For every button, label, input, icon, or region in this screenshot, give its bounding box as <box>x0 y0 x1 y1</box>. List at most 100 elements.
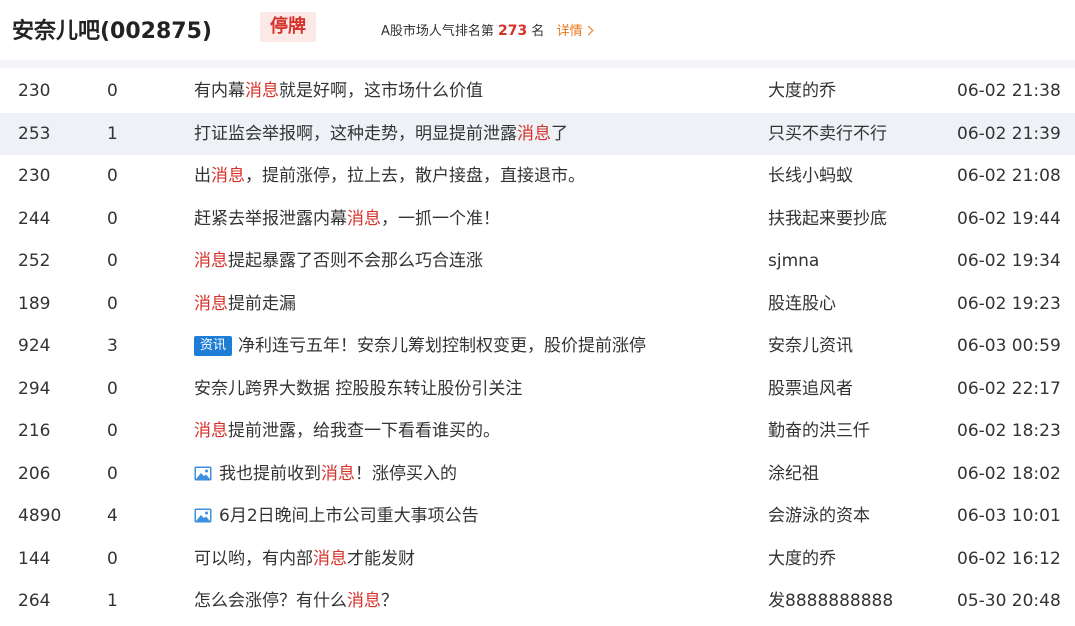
read-count: 216 <box>18 421 51 441</box>
post-title-link[interactable]: 消息提前走漏 <box>194 283 296 326</box>
reply-count: 0 <box>107 251 118 271</box>
author-link[interactable]: 会游泳的资本 <box>768 495 870 538</box>
author-link[interactable]: 股连股心 <box>768 283 836 326</box>
reply-count: 3 <box>107 336 118 356</box>
bar-title: 安奈儿吧(002875) <box>12 19 212 44</box>
title-text: 可以哟，有内部 <box>194 548 313 569</box>
author-link[interactable]: 只买不卖行不行 <box>768 113 887 156</box>
title-keyword: 消息 <box>194 293 228 314</box>
post-title-link[interactable]: 安奈儿跨界大数据 控股股东转让股份引关注 <box>194 368 522 411</box>
author-link[interactable]: 涂纪祖 <box>768 453 819 496</box>
post-title-link[interactable]: 打证监会举报啊，这种走势，明显提前泄露消息了 <box>194 113 568 156</box>
post-title-link[interactable]: 资讯 净利连亏五年！安奈儿筹划控制权变更，股价提前涨停 <box>194 325 646 368</box>
table-row[interactable]: 264 1 怎么会涨停？有什么消息？ 发8888888888 05-30 20:48 <box>0 580 1075 623</box>
reply-count: 1 <box>107 123 118 144</box>
title-text: 出 <box>194 166 211 186</box>
title-keyword: 消息 <box>194 421 228 441</box>
post-title-link[interactable]: 有内幕消息就是好啊，这市场什么价值 <box>194 70 483 113</box>
post-title-link[interactable]: 赶紧去举报泄露内幕消息，一抓一个准！ <box>194 198 500 241</box>
author-link[interactable]: 长线小蚂蚁 <box>768 155 853 198</box>
post-title-link[interactable]: 怎么会涨停？有什么消息？ <box>194 580 398 623</box>
post-title-link[interactable]: 我也提前收到消息！涨停买入的 <box>194 453 457 496</box>
read-count: 252 <box>18 251 51 271</box>
title-keyword: 消息 <box>211 166 245 186</box>
reply-count: 0 <box>107 548 118 569</box>
image-icon <box>194 466 212 480</box>
title-keyword: 消息 <box>347 591 381 611</box>
author-link[interactable]: 扶我起来要抄底 <box>768 198 887 241</box>
title-text: 打证监会举报啊，这种走势，明显提前泄露 <box>194 123 517 144</box>
author-link[interactable]: sjmna <box>768 240 819 283</box>
table-row[interactable]: 924 3 资讯 净利连亏五年！安奈儿筹划控制权变更，股价提前涨停 安奈儿资讯 06-03… <box>0 325 1075 368</box>
read-count: 189 <box>18 293 51 314</box>
read-count: 253 <box>18 123 51 144</box>
author-link[interactable]: 股票追风者 <box>768 368 853 411</box>
title-text: 怎么会涨停？有什么 <box>194 591 347 611</box>
author-link[interactable]: 发8888888888 <box>768 580 893 623</box>
post-list: 230 0 有内幕消息就是好啊，这市场什么价值 大度的乔 06-02 21:38 253 1… <box>0 70 1075 623</box>
reply-count: 0 <box>107 293 118 314</box>
table-row[interactable]: 244 0 赶紧去举报泄露内幕消息，一抓一个准！ 扶我起来要抄底 06-02 19:44 <box>0 198 1075 241</box>
read-count: 264 <box>18 591 51 611</box>
title-keyword: 消息 <box>321 463 355 484</box>
author-link[interactable]: 大度的乔 <box>768 70 836 113</box>
status-badge: 停牌 <box>260 12 316 42</box>
reply-count: 0 <box>107 208 118 229</box>
post-time: 06-02 21:38 <box>957 81 1061 101</box>
post-title-link[interactable]: 消息提前泄露，给我查一下看看谁买的。 <box>194 410 500 453</box>
author-link[interactable]: 安奈儿资讯 <box>768 325 853 368</box>
title-text: 赶紧去举报泄露内幕 <box>194 208 347 229</box>
reply-count: 1 <box>107 591 118 611</box>
read-count: 244 <box>18 208 51 229</box>
post-time: 06-02 21:08 <box>957 166 1061 186</box>
title-keyword: 消息 <box>517 123 551 144</box>
post-time: 06-02 19:44 <box>957 208 1061 229</box>
title-text: 有内幕 <box>194 81 245 101</box>
post-time: 05-30 20:48 <box>957 591 1061 611</box>
title-text: 提起暴露了否则不会那么巧合连涨 <box>228 251 483 271</box>
post-time: 06-02 19:23 <box>957 293 1061 314</box>
title-text: 就是好啊，这市场什么价值 <box>279 81 483 101</box>
title-text: ！涨停买入的 <box>355 463 457 484</box>
table-row[interactable]: 230 0 出消息，提前涨停，拉上去，散户接盘，直接退市。 长线小蚂蚁 06-02 21… <box>0 155 1075 198</box>
rank-prefix: A股市场人气排名第 <box>381 24 494 39</box>
table-row[interactable]: 253 1 打证监会举报啊，这种走势，明显提前泄露消息了 只买不卖行不行 06-02 2… <box>0 112 1075 156</box>
author-link[interactable]: 大度的乔 <box>768 538 836 581</box>
read-count: 230 <box>18 166 51 186</box>
table-row[interactable]: 4890 4 6月2日晚间上市公司重大事项公告 会游泳的资本 06-03 10:01 <box>0 495 1075 538</box>
title-text: ？ <box>381 591 398 611</box>
post-time: 06-02 21:39 <box>957 123 1061 144</box>
author-link[interactable]: 勤奋的洪三仟 <box>768 410 870 453</box>
post-title-link[interactable]: 可以哟，有内部消息才能发财 <box>194 538 415 581</box>
post-title-link[interactable]: 出消息，提前涨停，拉上去，散户接盘，直接退市。 <box>194 155 585 198</box>
title-text: 提前走漏 <box>228 293 296 314</box>
table-row[interactable]: 189 0 消息提前走漏 股连股心 06-02 19:23 <box>0 283 1075 326</box>
table-row[interactable]: 206 0 我也提前收到消息！涨停买入的 涂纪祖 06-02 18:02 <box>0 453 1075 496</box>
reply-count: 4 <box>107 506 118 526</box>
title-keyword: 消息 <box>245 81 279 101</box>
table-row[interactable]: 294 0 安奈儿跨界大数据 控股股东转让股份引关注 股票追风者 06-02 22:17 <box>0 368 1075 411</box>
table-row[interactable]: 252 0 消息提起暴露了否则不会那么巧合连涨 sjmna 06-02 19:34 <box>0 240 1075 283</box>
detail-link[interactable]: 详情 <box>556 24 594 39</box>
table-row[interactable]: 230 0 有内幕消息就是好啊，这市场什么价值 大度的乔 06-02 21:38 <box>0 70 1075 113</box>
detail-link-label: 详情 <box>556 24 583 39</box>
title-text: 安奈儿跨界大数据 控股股东转让股份引关注 <box>194 378 523 399</box>
post-time: 06-03 10:01 <box>957 506 1061 526</box>
read-count: 294 <box>18 378 51 399</box>
reply-count: 0 <box>107 421 118 441</box>
header-divider <box>0 60 1075 68</box>
post-title-link[interactable]: 6月2日晚间上市公司重大事项公告 <box>194 495 479 538</box>
title-keyword: 消息 <box>347 208 381 229</box>
title-text: 才能发财 <box>347 548 415 569</box>
reply-count: 0 <box>107 378 118 399</box>
table-row[interactable]: 216 0 消息提前泄露，给我查一下看看谁买的。 勤奋的洪三仟 06-02 18:23 <box>0 410 1075 453</box>
post-time: 06-02 18:23 <box>957 421 1061 441</box>
title-text: ，提前涨停，拉上去，散户接盘，直接退市。 <box>245 166 585 186</box>
read-count: 924 <box>18 336 51 356</box>
table-row[interactable]: 144 0 可以哟，有内部消息才能发财 大度的乔 06-02 16:12 <box>0 538 1075 581</box>
post-title-link[interactable]: 消息提起暴露了否则不会那么巧合连涨 <box>194 240 483 283</box>
post-time: 06-02 16:12 <box>957 548 1061 569</box>
image-icon <box>194 508 212 523</box>
read-count: 4890 <box>18 506 62 526</box>
read-count: 230 <box>18 81 51 101</box>
